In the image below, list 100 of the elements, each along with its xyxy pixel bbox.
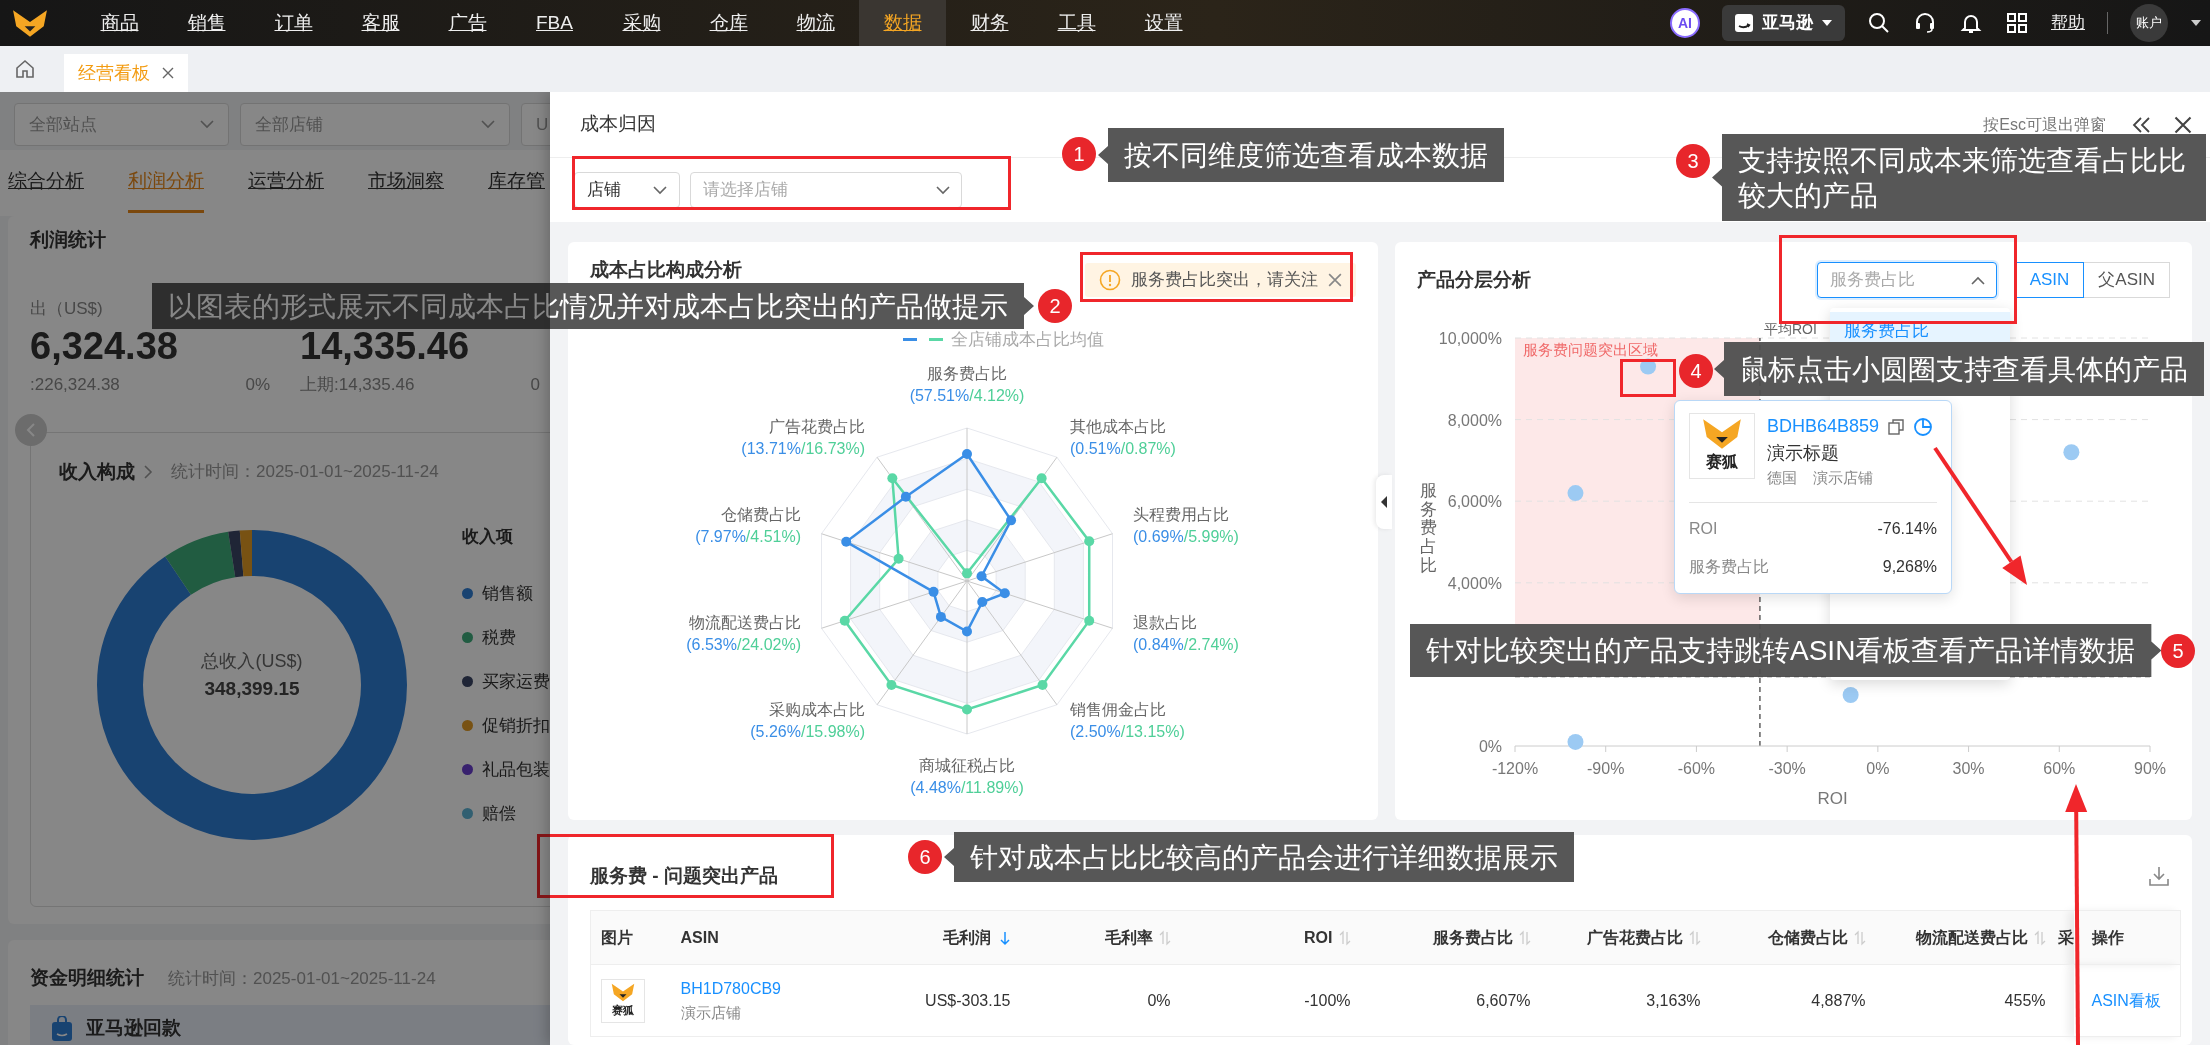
chevron-down-icon (200, 120, 214, 129)
legend-label: 礼品包装 (482, 758, 550, 781)
axis-label: 服务费占比 (926, 364, 1008, 385)
callout-note: 针对比较突出的产品支持跳转ASIN看板查看产品详情数据 (1410, 624, 2162, 677)
axis-label: 仓储费占比 (720, 505, 801, 526)
legend-label: 税费 (482, 626, 516, 649)
data-point (887, 473, 898, 484)
previous-value: :226,324.38 (30, 374, 120, 397)
close-icon[interactable] (2174, 115, 2192, 134)
chevron-right-icon[interactable] (143, 463, 153, 480)
axis-tick-label: 10,000% (1438, 330, 1502, 347)
pie-chart-icon[interactable] (1913, 416, 1934, 437)
table-cell: 6,607% (1360, 964, 1541, 1037)
nav-item[interactable]: 订单 (250, 0, 337, 46)
axis-tick-label: 60% (2043, 760, 2076, 777)
tab[interactable]: 库存管 (488, 153, 545, 213)
nav-item[interactable]: 商品 (76, 0, 163, 46)
nav-item[interactable]: 财务 (946, 0, 1033, 46)
callout-note: 针对成本占比比较高的产品会进行详细数据展示 (944, 832, 1574, 882)
nav-item[interactable]: 采购 (598, 0, 685, 46)
column-header: 操作 (2073, 910, 2181, 965)
toggle-button[interactable]: 父ASIN (2084, 262, 2170, 298)
column-header[interactable]: 毛利率 (1020, 910, 1181, 965)
data-point[interactable] (1567, 733, 1584, 750)
metric-value: 9,268% (1882, 556, 1937, 577)
nav-item[interactable]: 仓库 (685, 0, 772, 46)
store-ratio: (0.69% (1133, 528, 1184, 545)
card-title: 资金明细统计 (30, 966, 144, 990)
axis-tick-label: 30% (1952, 760, 1985, 777)
account-avatar[interactable]: 账户 (2130, 4, 2168, 42)
tab[interactable]: 运营分析 (248, 153, 324, 213)
column-header[interactable]: 广告花费占比 (1540, 910, 1711, 965)
column-header[interactable]: ROI (1180, 910, 1361, 965)
platform-dropdown[interactable]: 亚马逊 (1722, 5, 1845, 41)
store-ratio: (2.50% (1070, 723, 1121, 740)
data-point (962, 704, 972, 715)
table-cell: 455% (1875, 964, 2056, 1037)
nav-item[interactable]: 设置 (1120, 0, 1207, 46)
column-header[interactable]: 物流配送费占比 (1875, 910, 2056, 965)
column-header[interactable]: 仓储费占比 (1710, 910, 1876, 965)
ai-button[interactable]: AI (1670, 8, 1700, 38)
data-point (962, 568, 972, 579)
metric-select[interactable]: 服务费占比 (1816, 262, 1997, 298)
band-label: 服务费问题突出区域 (1523, 341, 1658, 358)
caret-icon (1821, 19, 1833, 27)
axis-title: ROI (1817, 789, 1848, 808)
download-icon[interactable] (2148, 865, 2170, 887)
data-point (962, 626, 972, 637)
legend-label: 全店铺成本占比均值 (950, 328, 1104, 351)
data-point[interactable] (1842, 687, 1859, 703)
card-title: 利润统计 (30, 228, 107, 252)
dimension-select[interactable]: 店铺 (574, 172, 680, 208)
previous-value: 上期:14,335.46 (300, 374, 415, 397)
data-point[interactable] (2063, 444, 2080, 461)
metric-label: 服务费占比 (1689, 556, 1769, 577)
data-point (841, 536, 852, 547)
column-header[interactable]: 毛利润 (840, 910, 1021, 965)
nav-item[interactable]: 物流 (772, 0, 859, 46)
axis-label: 商城征税占比 (918, 756, 1016, 777)
average-ratio: /24.02%) (736, 636, 801, 653)
axis-label: 物流配送费占比 (688, 613, 801, 634)
collapse-handle[interactable] (1376, 475, 1392, 529)
legend-label: 促销折扣 (482, 714, 550, 737)
callout-note: 按不同维度筛选查看成本数据 (1098, 128, 1504, 182)
caret-icon[interactable] (2190, 19, 2202, 27)
data-point (1036, 473, 1047, 484)
tab[interactable]: 市场洞察 (368, 153, 444, 213)
fox-logo-icon (611, 982, 635, 1002)
grid-icon[interactable] (2005, 11, 2029, 35)
tab[interactable]: 综合分析 (8, 153, 84, 213)
store-ratio: (13.71% (741, 440, 801, 457)
logo-text: 赛狐 (1706, 452, 1738, 472)
collapse-icon[interactable] (2132, 115, 2152, 134)
nav-item[interactable]: 数据 (859, 0, 946, 46)
store-select[interactable]: 请选择店铺 (690, 172, 962, 208)
close-icon[interactable] (162, 67, 174, 79)
esc-hint: 按Esc可退出弹窗 (1983, 114, 2106, 135)
callout-note: 鼠标点击小圆圈支持查看具体的产品 (1714, 342, 2204, 396)
nav-item[interactable]: 工具 (1033, 0, 1120, 46)
alert-text: 服务费占比突出，请关注 (1131, 269, 1318, 291)
axis-tick-label: -120% (1491, 760, 1539, 777)
help-link[interactable]: 帮助 (2051, 10, 2085, 36)
nav-item[interactable]: 广告 (424, 0, 511, 46)
sort-down-icon[interactable] (998, 930, 1011, 947)
column-header[interactable]: 服务费占比 (1360, 910, 1541, 965)
nav-item[interactable]: FBA (511, 0, 598, 46)
table-cell: 0% (1020, 964, 1181, 1037)
average-ratio: /16.73%) (800, 440, 865, 457)
nav-item[interactable]: 客服 (337, 0, 424, 46)
axis-tick-label: 90% (2134, 760, 2166, 777)
copy-icon[interactable] (1887, 417, 1906, 436)
headset-icon[interactable] (1913, 11, 1937, 35)
search-icon[interactable] (1867, 11, 1891, 35)
nav-item[interactable]: 销售 (163, 0, 250, 46)
card-title: 服务费 - 问题突出产品 (590, 863, 778, 888)
store-ratio: (5.26% (750, 723, 801, 740)
data-point (962, 449, 972, 459)
data-point (1037, 680, 1048, 690)
data-point (893, 553, 904, 564)
stat-label: 出（US$) (30, 297, 103, 320)
